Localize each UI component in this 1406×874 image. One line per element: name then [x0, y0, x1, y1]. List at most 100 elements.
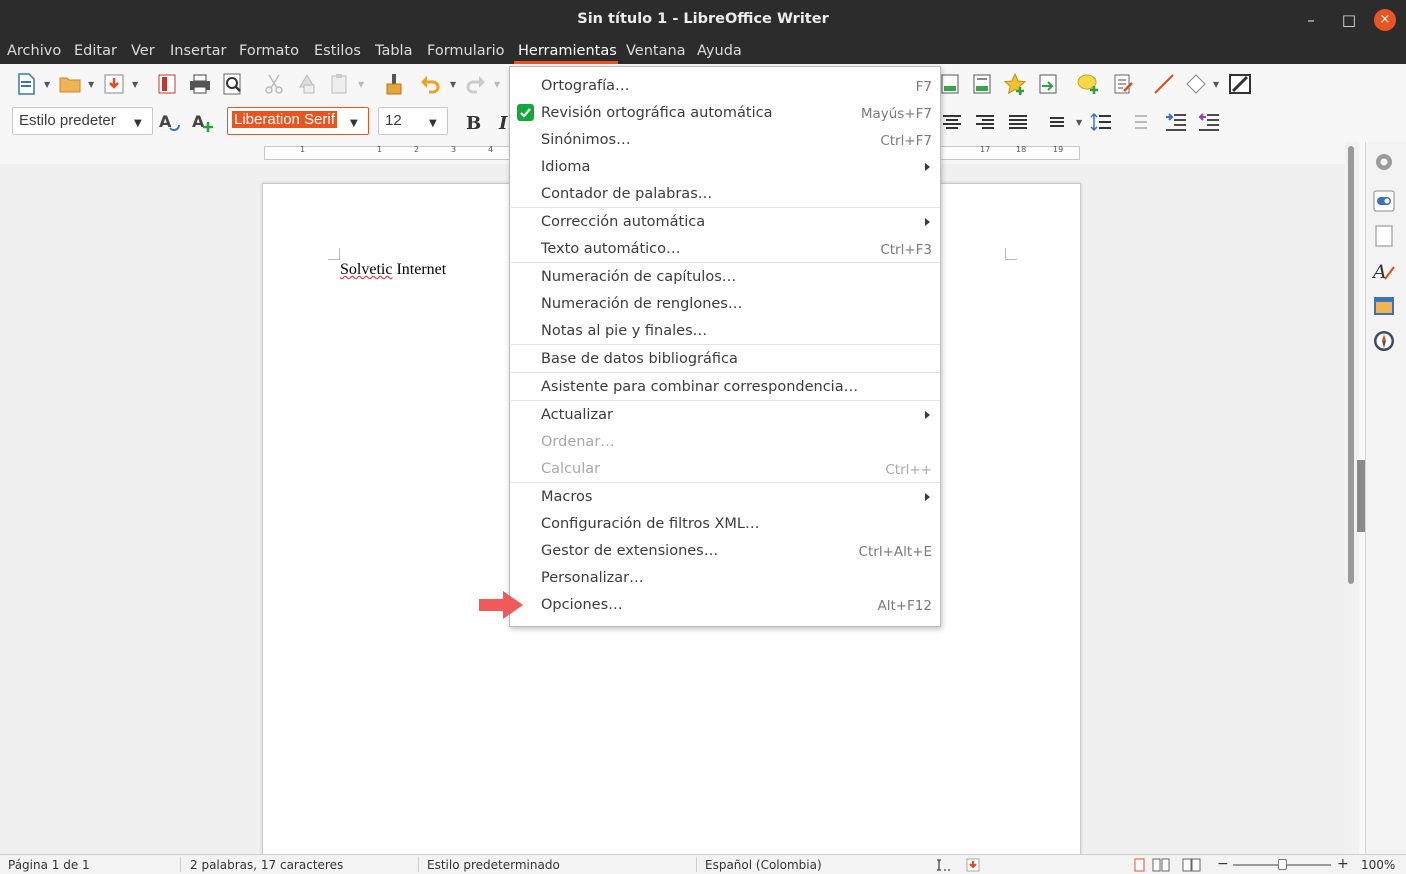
page-count[interactable]: Página 1 de 1: [8, 858, 90, 872]
menu-item-revision-ortografica-automatica[interactable]: Revisión ortográfica automática Mayús+F7: [510, 100, 940, 127]
menu-item-gestor-de-extensiones[interactable]: Gestor de extensiones… Ctrl+Alt+E: [510, 538, 940, 565]
insert-mode-icon[interactable]: [935, 858, 951, 872]
menu-tabla[interactable]: Tabla: [375, 43, 412, 59]
styles-icon[interactable]: A: [1372, 259, 1396, 283]
bold-icon[interactable]: B: [461, 110, 485, 134]
paragraph-spacing-icon[interactable]: [1089, 110, 1113, 134]
text-language[interactable]: Español (Colombia): [705, 858, 822, 872]
menu-item-notas-al-pie[interactable]: Notas al pie y finales…: [510, 318, 940, 345]
line-spacing-icon[interactable]: [1045, 110, 1069, 134]
paragraph-spacing-decrease-icon[interactable]: [1125, 110, 1149, 134]
special-character-icon[interactable]: [1003, 72, 1027, 96]
print-preview-icon[interactable]: [221, 72, 245, 96]
undo-icon[interactable]: [418, 72, 442, 96]
menu-formato[interactable]: Formato: [239, 43, 299, 59]
insert-chart-icon[interactable]: [970, 72, 994, 96]
gallery-icon[interactable]: [1372, 294, 1396, 318]
export-pdf-icon[interactable]: [155, 72, 179, 96]
chevron-down-icon[interactable]: ▼: [1076, 118, 1082, 127]
menu-item-ortografia[interactable]: Ortografía… F7: [510, 73, 940, 100]
view-layout-icon[interactable]: [1133, 858, 1203, 872]
zoom-slider-thumb[interactable]: [1278, 859, 1287, 870]
menu-item-macros[interactable]: Macros: [510, 484, 940, 511]
chevron-down-icon[interactable]: ▼: [429, 118, 437, 129]
menu-archivo[interactable]: Archivo: [7, 43, 61, 59]
menu-insertar[interactable]: Insertar: [170, 43, 226, 59]
menu-ventana[interactable]: Ventana: [626, 43, 686, 59]
menu-estilos[interactable]: Estilos: [314, 43, 361, 59]
maximize-button[interactable]: □: [1338, 9, 1360, 31]
close-button[interactable]: ×: [1374, 9, 1396, 31]
font-size-combo[interactable]: 12: [378, 107, 448, 135]
comment-icon[interactable]: [1076, 72, 1100, 96]
menu-item-sinonimos[interactable]: Sinónimos… Ctrl+F7: [510, 127, 940, 154]
menu-formulario[interactable]: Formulario: [427, 43, 505, 59]
menu-item-actualizar[interactable]: Actualizar: [510, 402, 940, 429]
chevron-down-icon[interactable]: ▼: [450, 80, 456, 89]
chevron-down-icon[interactable]: ▼: [132, 80, 138, 89]
properties-icon[interactable]: [1372, 189, 1396, 213]
zoom-level[interactable]: 100%: [1361, 858, 1395, 872]
update-style-icon[interactable]: A: [158, 110, 182, 134]
menu-item-asistente-combinar-correspondencia[interactable]: Asistente para combinar correspondencia…: [510, 374, 940, 401]
word-count[interactable]: 2 palabras, 17 caracteres: [190, 858, 343, 872]
paste-icon[interactable]: [328, 72, 352, 96]
menu-herramientas[interactable]: Herramientas: [518, 43, 617, 59]
menu-item-correccion-automatica[interactable]: Corrección automática: [510, 209, 940, 236]
cut-icon[interactable]: [262, 72, 286, 96]
menu-editar[interactable]: Editar: [74, 43, 117, 59]
settings-gear-icon[interactable]: [1372, 150, 1396, 174]
align-center-icon[interactable]: [940, 110, 964, 134]
chevron-down-icon[interactable]: ▼: [88, 80, 94, 89]
menu-item-opciones[interactable]: Opciones… Alt+F12: [510, 592, 940, 619]
indent-decrease-icon[interactable]: [1197, 110, 1221, 134]
chevron-down-icon[interactable]: ▼: [358, 80, 364, 89]
new-document-icon[interactable]: [14, 72, 38, 96]
menu-item-configuracion-filtros-xml[interactable]: Configuración de filtros XML…: [510, 511, 940, 538]
page-style[interactable]: Estilo predeterminado: [427, 858, 560, 872]
zoom-in-icon[interactable]: +: [1337, 856, 1349, 872]
document-modified-icon[interactable]: [966, 858, 980, 872]
document-text[interactable]: Solvetic Internet: [340, 261, 446, 279]
line-icon[interactable]: [1152, 72, 1176, 96]
menu-item-numeracion-de-renglones[interactable]: Numeración de renglones…: [510, 291, 940, 318]
navigator-icon[interactable]: [1372, 329, 1396, 353]
open-folder-icon[interactable]: [58, 72, 82, 96]
chevron-down-icon[interactable]: ▼: [44, 80, 50, 89]
font-size-value: 12: [385, 112, 402, 129]
new-style-icon[interactable]: A: [191, 110, 215, 134]
menu-ayuda[interactable]: Ayuda: [697, 43, 742, 59]
scrollbar-thumb[interactable]: [1348, 146, 1354, 584]
zoom-out-icon[interactable]: −: [1217, 856, 1229, 872]
sidebar-collapse-handle[interactable]: [1357, 460, 1365, 532]
insert-field-icon[interactable]: [1036, 72, 1060, 96]
chevron-down-icon[interactable]: ▼: [494, 80, 500, 89]
save-icon[interactable]: [102, 72, 126, 96]
clone-formatting-icon[interactable]: [382, 72, 406, 96]
chevron-down-icon[interactable]: ▼: [1213, 80, 1219, 89]
insert-image-icon[interactable]: [938, 72, 962, 96]
draw-icon[interactable]: [1228, 72, 1252, 96]
menu-item-idioma[interactable]: Idioma: [510, 154, 940, 181]
menu-item-base-de-datos-bibliografica[interactable]: Base de datos bibliográfica: [510, 346, 940, 373]
justify-icon[interactable]: [1006, 110, 1030, 134]
print-icon[interactable]: [188, 72, 212, 96]
menu-item-personalizar[interactable]: Personalizar…: [510, 565, 940, 592]
basic-shapes-icon[interactable]: [1184, 72, 1208, 96]
copy-icon[interactable]: [295, 72, 319, 96]
font-name-combo[interactable]: Liberation Serif: [227, 107, 369, 135]
align-right-icon[interactable]: [973, 110, 997, 134]
menu-item-numeracion-de-capitulos[interactable]: Numeración de capítulos…: [510, 264, 940, 291]
menu-ver[interactable]: Ver: [131, 43, 155, 59]
menu-item-texto-automatico[interactable]: Texto automático… Ctrl+F3: [510, 236, 940, 263]
indent-increase-icon[interactable]: [1164, 110, 1188, 134]
page-icon[interactable]: [1372, 224, 1396, 248]
paragraph-style-combo[interactable]: Estilo predeter: [12, 107, 153, 135]
menu-item-contador-de-palabras[interactable]: Contador de palabras…: [510, 181, 940, 208]
redo-icon[interactable]: [464, 72, 488, 96]
paragraph-style-value: Estilo predeter: [19, 112, 116, 129]
track-changes-icon[interactable]: [1111, 72, 1135, 96]
chevron-down-icon[interactable]: ▼: [134, 118, 142, 129]
chevron-down-icon[interactable]: ▼: [350, 118, 358, 129]
minimize-button[interactable]: –: [1300, 9, 1322, 31]
